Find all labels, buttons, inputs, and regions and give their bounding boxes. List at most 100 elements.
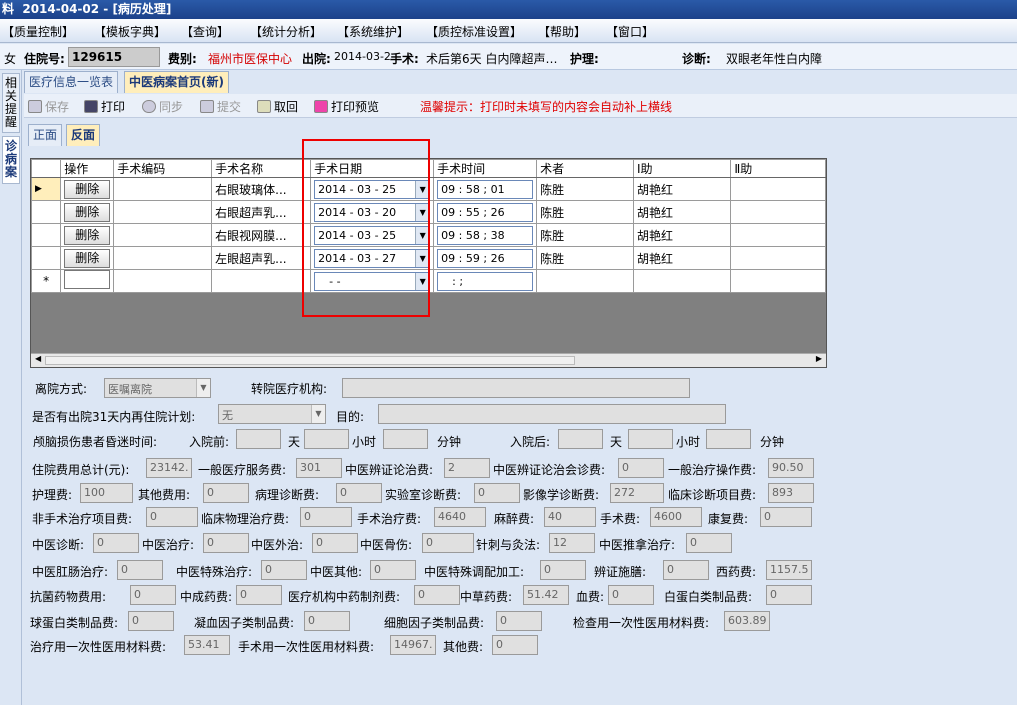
menu-system[interactable]: 【系统维护】 [337,23,409,40]
after-day-input[interactable] [558,429,603,449]
fee-input[interactable]: 0 [130,585,176,605]
menu-window[interactable]: 【窗口】 [606,23,654,40]
surgeon-cell[interactable] [536,269,634,293]
code-cell[interactable] [113,269,213,293]
assistant1-cell[interactable]: 胡艳红 [632,246,732,270]
fee-input[interactable]: 40 [544,507,596,527]
save-button[interactable]: 保存 [28,98,69,115]
name-cell[interactable]: 右眼超声乳... [211,200,312,224]
assistant2-cell[interactable] [730,269,826,293]
time-input[interactable]: : ; [437,271,534,291]
fee-input[interactable]: 0 [203,533,249,553]
assistant2-cell[interactable] [730,200,826,224]
fee-input[interactable]: 0 [312,533,358,553]
assistant1-cell[interactable]: 胡艳红 [632,223,732,247]
surgeon-cell[interactable]: 陈胜 [536,177,634,201]
time-input[interactable]: 09 : 58 ; 01 [437,179,534,199]
fee-input[interactable]: 0 [128,611,174,631]
tab-back[interactable]: 反面 [66,124,101,146]
fee-input[interactable]: 0 [608,585,654,605]
time-input[interactable]: 09 : 59 ; 26 [437,248,534,268]
fee-input[interactable]: 12 [549,533,595,553]
tab-front[interactable]: 正面 [28,124,63,146]
fee-input[interactable]: 0 [236,585,282,605]
menu-query[interactable]: 【查询】 [181,23,229,40]
name-cell[interactable] [211,269,312,293]
fee-input[interactable]: 53.41 [184,635,230,655]
assistant1-cell[interactable] [632,269,732,293]
code-cell[interactable] [113,200,213,224]
discharge-mode-select[interactable]: 医嘱离院 ▼ [104,378,211,398]
fee-input[interactable]: 0 [261,560,307,580]
before-minute-input[interactable] [383,429,428,449]
menu-template[interactable]: 【模板字典】 [94,23,166,40]
submit-button[interactable]: 提交 [200,98,241,115]
scroll-left-icon[interactable]: ◀ [35,354,41,363]
time-input[interactable]: 09 : 55 ; 26 [437,202,534,222]
assistant2-cell[interactable] [730,177,826,201]
fee-input[interactable]: 0 [618,458,664,478]
scroll-thumb[interactable] [45,356,575,365]
fee-input[interactable]: 0 [422,533,474,553]
tab-tcm-front-page[interactable]: 中医病案首页(新) [124,71,229,93]
fee-input[interactable]: 0 [304,611,350,631]
fee-input[interactable]: 0 [492,635,538,655]
print-preview-button[interactable]: 打印预览 [314,98,379,115]
dropdown-arrow-icon[interactable]: ▼ [196,379,210,397]
assistant2-cell[interactable] [730,246,826,270]
fee-input[interactable]: 272 [610,483,664,503]
fee-input[interactable]: 0 [496,611,542,631]
fee-input[interactable]: 51.42 [523,585,569,605]
delete-button[interactable]: 删除 [64,248,111,268]
scroll-right-icon[interactable]: ▶ [816,354,822,363]
delete-button[interactable]: 删除 [64,202,111,222]
after-hour-input[interactable] [628,429,673,449]
readmit-select[interactable]: 无 ▼ [218,404,326,424]
name-cell[interactable]: 右眼视网膜... [211,223,312,247]
fee-input[interactable]: 4600 [650,507,702,527]
code-cell[interactable] [113,177,213,201]
fetch-button[interactable]: 取回 [257,98,298,115]
transfer-input[interactable] [342,378,690,398]
fee-input[interactable]: 0 [300,507,352,527]
fee-input[interactable]: 0 [474,483,520,503]
menu-stats[interactable]: 【统计分析】 [250,23,322,40]
code-cell[interactable] [113,246,213,270]
fee-input[interactable]: 0 [766,585,812,605]
surgeon-cell[interactable]: 陈胜 [536,223,634,247]
fee-input[interactable]: 0 [117,560,163,580]
surgeon-cell[interactable]: 陈胜 [536,200,634,224]
fee-input[interactable]: 90.50 [768,458,814,478]
side-tab-reminder[interactable]: 相关提醒 [2,73,20,133]
surgeon-cell[interactable]: 陈胜 [536,246,634,270]
fee-input[interactable]: 893 [768,483,814,503]
fee-input[interactable]: 0 [93,533,139,553]
fee-input[interactable]: 23142. [146,458,192,478]
delete-button[interactable]: 删除 [64,225,111,245]
horizontal-scrollbar[interactable]: ◀ ▶ [31,353,826,367]
side-tab-case[interactable]: 诊病案 [2,136,20,184]
fee-input[interactable]: 2 [444,458,490,478]
dropdown-arrow-icon[interactable]: ▼ [311,405,325,423]
fee-input[interactable]: 0 [760,507,812,527]
new-row-operation-cell[interactable] [64,270,111,289]
fee-input[interactable]: 0 [146,507,198,527]
assistant2-cell[interactable] [730,223,826,247]
name-cell[interactable]: 右眼玻璃体... [211,177,312,201]
fee-input[interactable]: 1157.5 [766,560,812,580]
before-hour-input[interactable] [304,429,349,449]
tab-medical-overview[interactable]: 医疗信息一览表 [24,71,119,93]
purpose-input[interactable] [378,404,726,424]
after-minute-input[interactable] [706,429,751,449]
time-input[interactable]: 09 : 58 ; 38 [437,225,534,245]
fee-input[interactable]: 0 [414,585,460,605]
fee-input[interactable]: 0 [336,483,382,503]
sync-button[interactable]: 同步 [142,98,183,115]
delete-button[interactable]: 删除 [64,179,111,199]
name-cell[interactable]: 左眼超声乳... [211,246,312,270]
assistant1-cell[interactable]: 胡艳红 [632,177,732,201]
fee-input[interactable]: 0 [663,560,709,580]
fee-input[interactable]: 100 [80,483,133,503]
print-button[interactable]: 打印 [84,98,125,115]
fee-input[interactable]: 14967. [390,635,436,655]
